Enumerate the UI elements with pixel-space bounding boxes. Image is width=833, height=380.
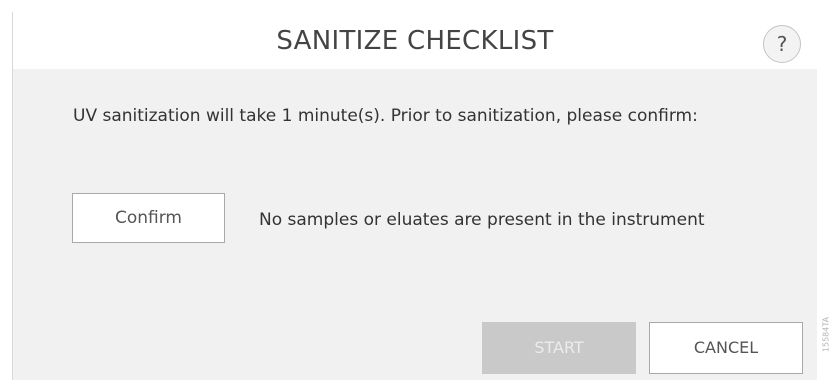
instruction-message: UV sanitization will take 1 minute(s). P… <box>73 106 698 126</box>
dialog-title: SANITIZE CHECKLIST <box>276 26 554 56</box>
help-icon[interactable]: ? <box>763 25 801 63</box>
checklist-item-label: No samples or eluates are present in the… <box>259 210 705 230</box>
dialog-header: SANITIZE CHECKLIST ? <box>13 12 817 69</box>
start-button[interactable]: START <box>482 322 636 374</box>
figure-id-text: 15584TA <box>821 316 831 353</box>
sanitize-checklist-dialog: SANITIZE CHECKLIST ? UV sanitization wil… <box>12 12 817 380</box>
cancel-button[interactable]: CANCEL <box>649 322 803 374</box>
confirm-button[interactable]: Confirm <box>72 193 225 243</box>
figure-id-label: 15584TA <box>819 306 831 366</box>
